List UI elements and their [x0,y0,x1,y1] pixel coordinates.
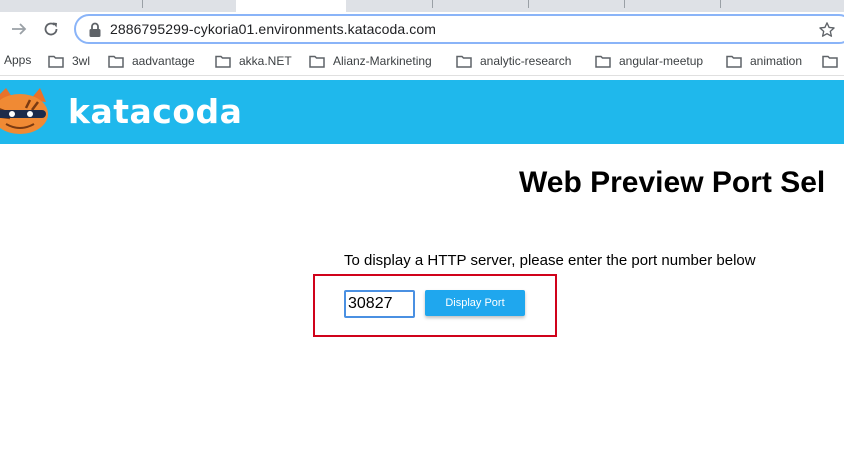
bookmark-label: angular-meetup [619,54,704,68]
bookmark-item[interactable]: analytic-research [456,52,571,70]
arrow-right-icon [12,23,27,35]
katacoda-logo-text[interactable]: katacoda [68,92,242,131]
cat-mascot-logo [0,88,48,134]
reload-icon [44,22,58,36]
tab-divider [142,0,143,8]
bookmark-label: aadvantage [132,54,195,68]
bookmark-label: analytic-research [480,54,572,68]
bookmark-label: animation [750,54,803,68]
bookmark-label: akka.NET [239,54,292,68]
folder-icon [595,55,611,68]
bookmark-label: Alianz-Markineting [333,54,432,68]
browser-tab-strip [0,0,844,12]
folder-icon [822,55,838,68]
page-title: Web Preview Port Sel [519,166,826,199]
apps-shortcut[interactable]: Apps [4,53,31,67]
bookmark-item[interactable] [822,52,844,70]
site-header: katacoda [0,80,844,144]
browser-toolbar: 2886795299-cykoria01.environments.kataco… [0,12,844,46]
tab-divider [624,0,625,8]
display-port-button[interactable]: Display Port [425,290,525,316]
folder-icon [48,55,64,68]
reload-button[interactable] [40,18,62,40]
bookmark-item[interactable]: animation [726,52,802,70]
tab-divider [720,0,721,8]
url-text[interactable]: 2886795299-cykoria01.environments.kataco… [110,21,436,37]
folder-icon [726,55,742,68]
bookmark-item[interactable]: angular-meetup [595,52,703,70]
tab-divider [528,0,529,8]
port-input[interactable] [344,290,415,318]
bookmark-item[interactable]: akka.NET [215,52,292,70]
forward-button[interactable] [8,18,30,40]
active-tab[interactable] [236,0,346,12]
folder-icon [108,55,124,68]
bookmark-label: 3wl [72,54,91,68]
bookmarks-bar: Apps 3wl aadvantage akka.NET Alianz-Mark… [0,46,844,76]
tab-divider [432,0,433,8]
folder-icon [309,55,325,68]
folder-icon [215,55,231,68]
lock-icon [89,22,101,37]
bookmark-item[interactable]: 3wl [48,52,90,70]
bookmark-item[interactable]: Alianz-Markineting [309,52,432,70]
folder-icon [456,55,472,68]
star-icon[interactable] [818,21,836,39]
address-bar[interactable]: 2886795299-cykoria01.environments.kataco… [74,14,844,44]
bookmark-item[interactable]: aadvantage [108,52,195,70]
instruction-text: To display a HTTP server, please enter t… [344,252,756,269]
